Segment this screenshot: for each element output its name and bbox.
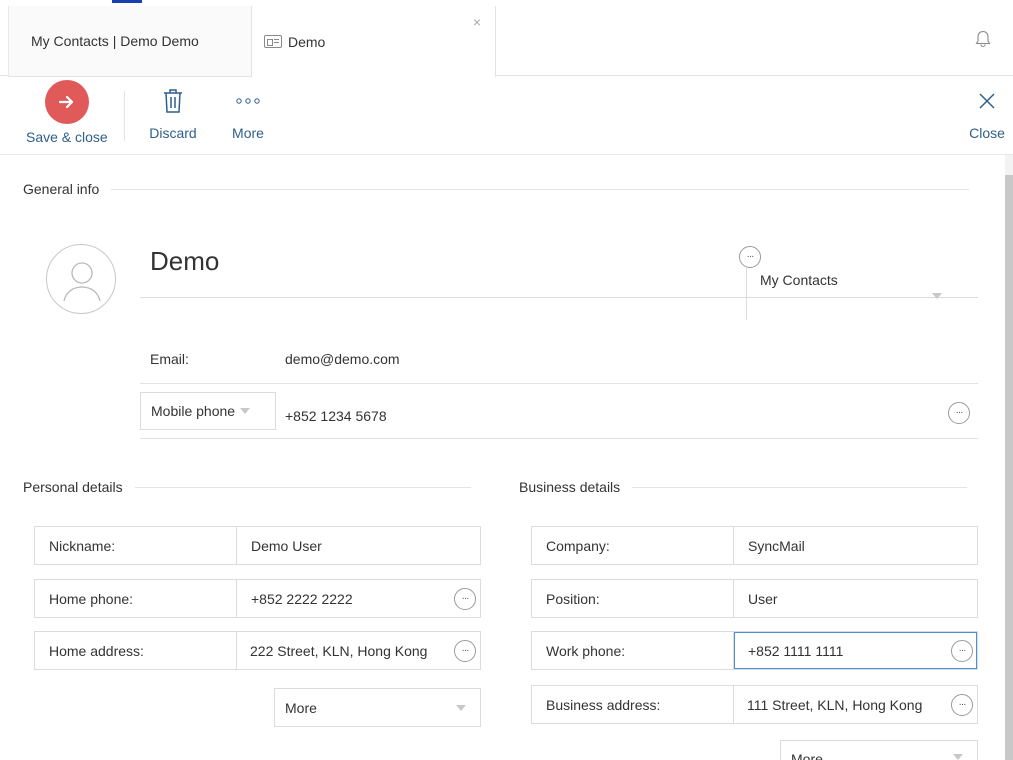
phone-ellipsis-icon[interactable]: ··· <box>948 402 970 424</box>
ellipsis-icon[interactable]: ··· <box>951 694 973 716</box>
tab-close-icon[interactable]: × <box>473 15 481 29</box>
general-info-header: General info <box>23 181 970 197</box>
close-button[interactable]: Close <box>967 77 1007 141</box>
email-divider <box>140 383 978 384</box>
section-divider <box>632 486 968 488</box>
field-value: +852 1111 1111 <box>748 642 844 659</box>
home-address-field[interactable]: 222 Street, KLN, Hong Kong ··· <box>237 632 480 669</box>
field-value: 111 Street, KLN, Hong Kong <box>747 696 923 713</box>
bell-icon[interactable] <box>975 30 991 48</box>
home-address-row: Home address: 222 Street, KLN, Hong Kong… <box>34 631 481 670</box>
section-divider <box>134 486 471 488</box>
discard-label: Discard <box>149 125 197 141</box>
more-label: More <box>232 125 264 141</box>
field-value: User <box>748 590 778 607</box>
discard-button[interactable]: Discard <box>145 77 201 141</box>
field-value: +852 2222 2222 <box>251 590 353 607</box>
tab-label: My Contacts | Demo Demo <box>31 33 199 49</box>
nickname-field[interactable]: Demo User <box>237 527 480 564</box>
field-value: 222 Street, KLN, Hong Kong <box>250 642 428 659</box>
email-label: Email: <box>150 351 189 367</box>
dropdown-label: More <box>285 699 317 716</box>
work-phone-row: Work phone: +852 1111 1111 ··· <box>531 631 978 670</box>
section-divider <box>111 188 970 190</box>
business-details-header: Business details <box>519 479 968 495</box>
business-more-dropdown[interactable]: More <box>780 740 978 760</box>
phone-type-select[interactable]: Mobile phone <box>140 392 276 430</box>
tab-demo-contact[interactable]: Demo × <box>252 6 496 77</box>
name-ellipsis-icon[interactable]: ··· <box>739 246 761 268</box>
avatar[interactable] <box>46 244 116 314</box>
ellipsis-icon[interactable]: ··· <box>454 640 476 662</box>
field-label: Company: <box>532 527 734 564</box>
close-icon <box>967 77 1007 125</box>
group-underline <box>746 297 978 298</box>
caret-down-icon <box>953 754 963 760</box>
field-value: Demo User <box>251 537 322 554</box>
nickname-row: Nickname: Demo User <box>34 526 481 565</box>
field-value: SyncMail <box>748 537 805 554</box>
position-field[interactable]: User <box>734 580 977 617</box>
save-close-label: Save & close <box>26 129 108 145</box>
group-divider <box>746 268 747 320</box>
business-address-row: Business address: 111 Street, KLN, Hong … <box>531 685 978 724</box>
personal-more-dropdown[interactable]: More <box>274 688 481 727</box>
name-underline <box>140 297 748 298</box>
caret-down-icon <box>240 408 251 414</box>
position-row: Position: User <box>531 579 978 618</box>
personal-details-header: Personal details <box>23 479 471 495</box>
save-close-button[interactable]: Save & close <box>24 77 110 145</box>
toolbar-divider <box>124 91 125 141</box>
company-row: Company: SyncMail <box>531 526 978 565</box>
home-phone-field[interactable]: +852 2222 2222 ··· <box>237 580 480 617</box>
more-dots-icon <box>228 77 268 125</box>
field-label: Work phone: <box>532 632 734 669</box>
scrollbar-thumb[interactable] <box>1005 175 1013 760</box>
more-button[interactable]: More <box>228 77 268 141</box>
tab-bar: My Contacts | Demo Demo Demo × <box>0 6 1013 77</box>
ellipsis-icon[interactable]: ··· <box>951 640 973 662</box>
work-phone-field[interactable]: +852 1111 1111 ··· <box>734 632 977 669</box>
contact-name[interactable]: Demo <box>150 246 219 277</box>
trash-icon <box>145 77 201 125</box>
caret-down-icon[interactable] <box>932 293 942 299</box>
company-field[interactable]: SyncMail <box>734 527 977 564</box>
field-label: Nickname: <box>35 527 237 564</box>
field-label: Home phone: <box>35 580 237 617</box>
mobile-phone-field[interactable]: +852 1234 5678 <box>285 408 387 424</box>
field-label: Business address: <box>532 686 734 723</box>
contact-card-icon <box>264 35 282 48</box>
contact-group-select[interactable]: My Contacts <box>760 272 838 288</box>
section-title: Business details <box>519 479 621 495</box>
business-address-field[interactable]: 111 Street, KLN, Hong Kong ··· <box>734 686 977 723</box>
ellipsis-icon[interactable]: ··· <box>454 588 476 610</box>
toolbar: Save & close Discard More Close <box>0 77 1013 155</box>
home-phone-row: Home phone: +852 2222 2222 ··· <box>34 579 481 618</box>
dropdown-label: More <box>791 751 823 760</box>
section-title: General info <box>23 181 100 197</box>
avatar-icon <box>63 262 101 302</box>
phone-divider <box>140 438 978 439</box>
email-field[interactable]: demo@demo.com <box>285 351 400 367</box>
arrow-right-icon <box>45 80 89 124</box>
field-label: Home address: <box>35 632 237 669</box>
close-label: Close <box>969 125 1005 141</box>
caret-down-icon <box>456 705 466 711</box>
field-label: Position: <box>532 580 734 617</box>
section-title: Personal details <box>23 479 123 495</box>
phone-type-label: Mobile phone <box>151 403 236 419</box>
tab-my-contacts[interactable]: My Contacts | Demo Demo <box>8 6 252 77</box>
tab-label: Demo <box>288 33 326 50</box>
